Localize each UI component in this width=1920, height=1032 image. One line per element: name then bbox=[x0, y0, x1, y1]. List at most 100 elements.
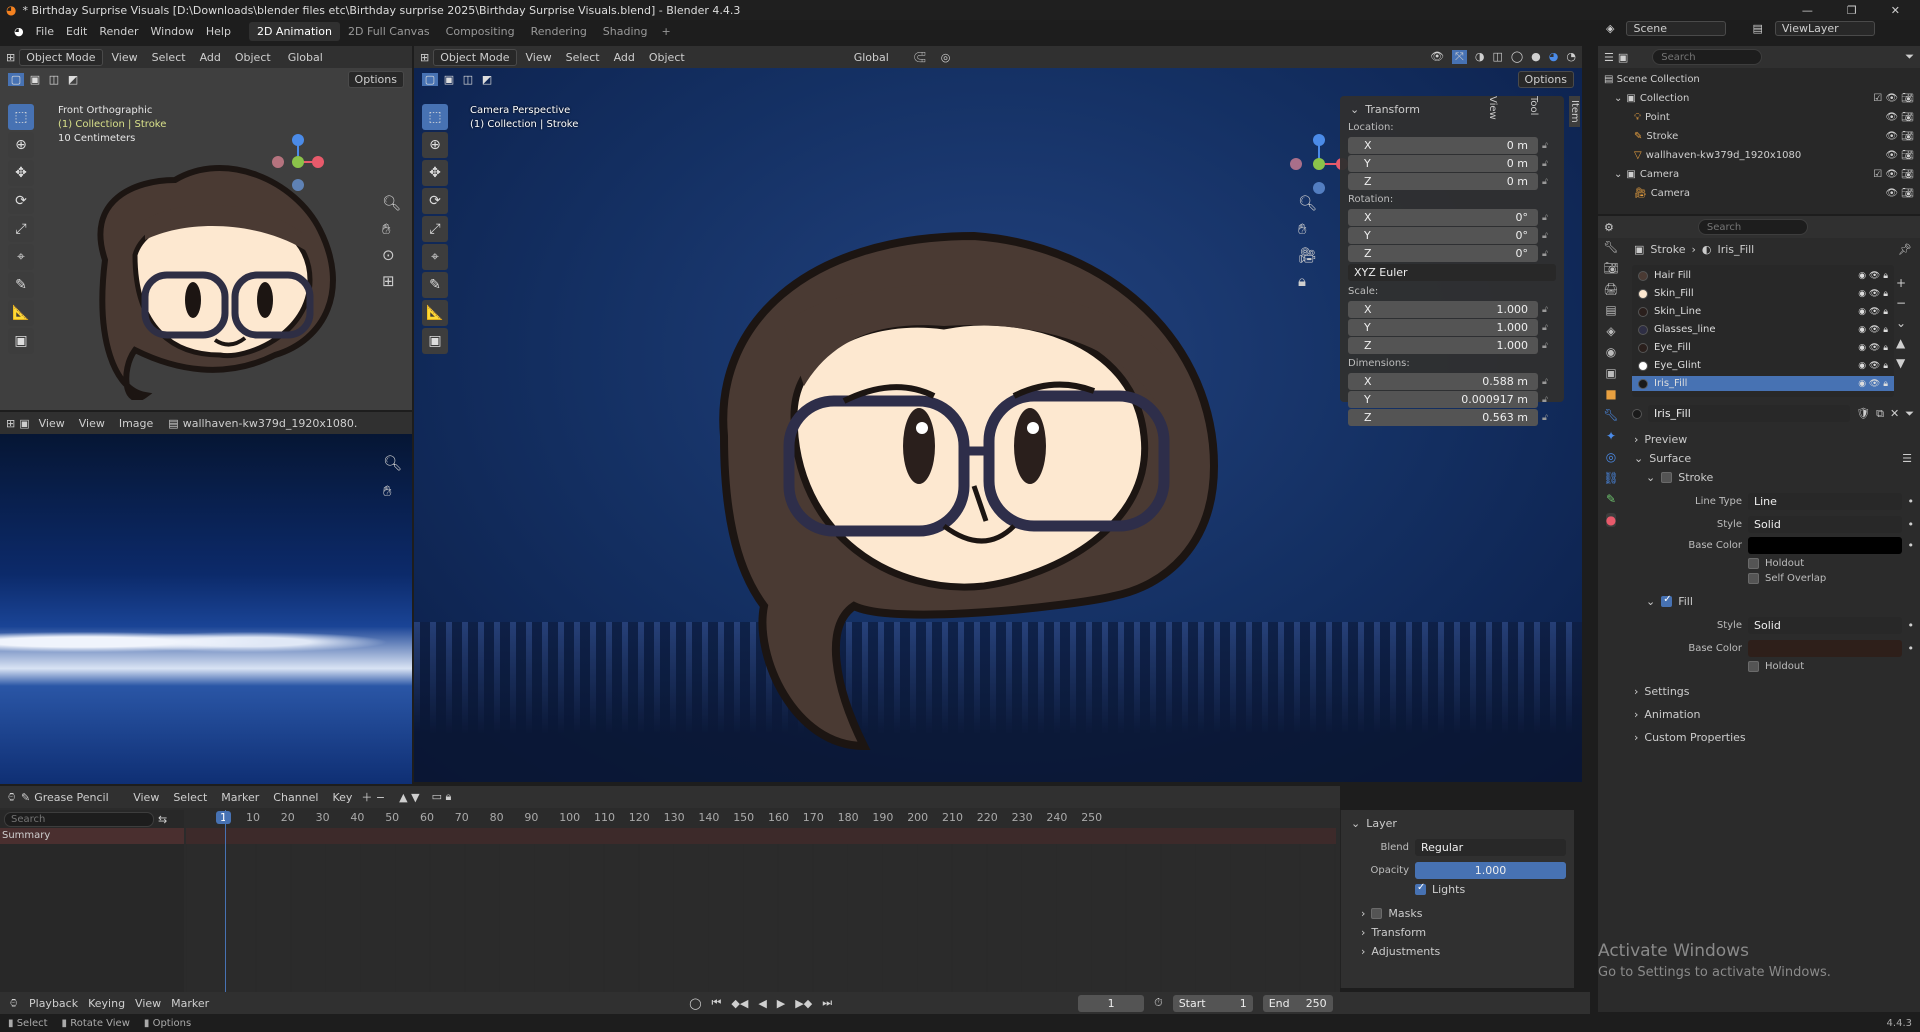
rot-z-field[interactable]: Z 0° bbox=[1348, 245, 1538, 262]
outliner-type-icon[interactable]: ☰ bbox=[1604, 51, 1614, 64]
lock-icon[interactable]: 🔓︎ bbox=[1542, 213, 1556, 223]
point-visibility-icon[interactable]: 👁︎ 📷︎ bbox=[1885, 108, 1914, 127]
main-camera-icon[interactable]: 🎥︎ bbox=[1298, 246, 1317, 264]
xray-icon[interactable]: ◫ bbox=[1492, 50, 1502, 64]
editor-type-icon[interactable]: ⊞ bbox=[6, 51, 15, 64]
material-slot-toggles-icon[interactable]: ◉ 👁︎ 🔒︎ bbox=[1858, 289, 1888, 299]
self-overlap-checkbox[interactable] bbox=[1748, 573, 1759, 584]
pin-icon[interactable]: 📌︎ bbox=[1898, 243, 1912, 256]
material-slot[interactable]: Eye_Glint ◉ 👁︎ 🔒︎ bbox=[1632, 358, 1894, 373]
add-slot-icon[interactable]: + bbox=[1896, 276, 1906, 290]
camera-collection-expand-icon[interactable]: ⌄ bbox=[1614, 165, 1622, 184]
timeline-view-menu[interactable]: View bbox=[135, 997, 161, 1010]
pan-hand-icon[interactable]: ✋︎ bbox=[382, 220, 401, 238]
material-name-field[interactable]: Iris_Fill bbox=[1648, 405, 1851, 422]
transform-tool-icon[interactable]: ⌖ bbox=[8, 244, 34, 270]
scene-selector[interactable]: Scene bbox=[1626, 21, 1727, 36]
output-tab-icon[interactable]: 🖨︎ bbox=[1603, 282, 1618, 296]
maximize-button[interactable]: ❐ bbox=[1847, 4, 1857, 17]
animation-section[interactable]: › Animation bbox=[1628, 705, 1918, 724]
proportional-edit-icon[interactable]: ◎ bbox=[941, 51, 951, 64]
outliner-filter-icon[interactable]: ⏷ bbox=[1905, 50, 1914, 64]
main-cursor-tool-icon[interactable]: ⊕ bbox=[422, 132, 448, 158]
select-extend-icon[interactable]: ▣ bbox=[27, 73, 43, 86]
stroke-enable-checkbox[interactable] bbox=[1661, 472, 1673, 483]
dopesheet-type-icon[interactable]: ⌚︎ bbox=[6, 789, 17, 805]
gizmo-toggle-icon[interactable]: ⤧ bbox=[1452, 50, 1467, 64]
main-options-button[interactable]: Options bbox=[1517, 70, 1574, 88]
stroke-visibility-icon[interactable]: 👁︎ 📷︎ bbox=[1885, 127, 1914, 146]
stroke-style-selector[interactable]: Solid bbox=[1748, 516, 1902, 533]
left-navigation-gizmo[interactable] bbox=[268, 130, 338, 200]
select-subtract-icon[interactable]: ◫ bbox=[46, 73, 62, 86]
blender-menu-icon[interactable]: ◕ bbox=[8, 25, 30, 38]
material-slot-toggles-icon[interactable]: ◉ 👁︎ 🔒︎ bbox=[1858, 325, 1888, 335]
render-tab-icon[interactable]: 📷︎ bbox=[1603, 261, 1618, 275]
lock-icon[interactable]: 🔓︎ bbox=[1542, 323, 1556, 333]
image-editor[interactable]: ⊞ ▣ View View Image ▤ wallhaven-kw379d_1… bbox=[0, 412, 412, 784]
main-rotate-tool-icon[interactable]: ⟳ bbox=[422, 188, 448, 214]
left-mode-selector[interactable]: Object Mode bbox=[19, 48, 103, 66]
layer-transform-section[interactable]: › Transform bbox=[1345, 923, 1570, 942]
lock-icon[interactable]: 🔓︎ bbox=[1542, 249, 1556, 259]
menu-render[interactable]: Render bbox=[93, 25, 144, 38]
keying-menu[interactable]: Keying bbox=[88, 997, 125, 1010]
main-menu-view[interactable]: View bbox=[521, 51, 557, 64]
image-browse-icon[interactable]: ▤ bbox=[168, 417, 178, 430]
prev-keyframe-icon[interactable]: ◆◀ bbox=[731, 997, 748, 1010]
current-frame-indicator[interactable]: 1 bbox=[216, 811, 231, 824]
workspace-tab-2d-animation[interactable]: 2D Animation bbox=[248, 21, 341, 41]
tool-tab-icon[interactable]: 🔧︎ bbox=[1603, 240, 1618, 254]
outliner-display-mode-icon[interactable]: ▣ bbox=[1618, 51, 1628, 64]
move-up-icon[interactable]: ▲ bbox=[1896, 336, 1906, 350]
main-editor-type-icon[interactable]: ⊞ bbox=[420, 51, 429, 64]
frame-ruler[interactable]: 1 10 20 30 40 50 60 70 80 90 100 110 120 130 140 150 16… bbox=[186, 810, 1336, 828]
dopesheet[interactable]: ⌚︎ ✎ Grease Pencil View Select Marker Ch… bbox=[0, 786, 1574, 992]
jump-end-icon[interactable]: ⏭ bbox=[822, 996, 832, 1010]
material-slot-toggles-icon[interactable]: ◉ 👁︎ 🔒︎ bbox=[1858, 379, 1888, 389]
zoom-icon[interactable]: 🔍︎ bbox=[382, 194, 401, 212]
lock-icon[interactable]: 🔓︎ bbox=[1542, 377, 1556, 387]
lock-icon[interactable]: 🔓︎ bbox=[1542, 341, 1556, 351]
main-menu-object[interactable]: Object bbox=[644, 51, 690, 64]
preview-range-icon[interactable]: ⏱︎ bbox=[1154, 996, 1163, 1010]
close-button[interactable]: ✕ bbox=[1891, 4, 1900, 17]
main-select-tool-icon[interactable]: ⬚ bbox=[422, 104, 448, 130]
material-slot[interactable]: Skin_Fill ◉ 👁︎ 🔒︎ bbox=[1632, 286, 1894, 301]
effects-tab-icon[interactable]: ✦ bbox=[1606, 429, 1616, 443]
add-layer-icon[interactable]: ＋ − bbox=[361, 789, 385, 805]
object-tab-icon[interactable]: ■ bbox=[1605, 387, 1616, 401]
constraints-tab-icon[interactable]: ⛓︎ bbox=[1603, 471, 1618, 485]
left-orientation-selector[interactable]: Global bbox=[288, 51, 323, 64]
main-transform-tool-icon[interactable]: ⌖ bbox=[422, 244, 448, 270]
settings-section[interactable]: › Settings bbox=[1628, 682, 1918, 701]
main-select-intersect-icon[interactable]: ◩ bbox=[479, 73, 495, 86]
outliner-item-wallhaven[interactable]: ▽ wallhaven-kw379d_1920x1080 👁︎ 📷︎ bbox=[1604, 146, 1914, 165]
scl-y-field[interactable]: Y 1.000 bbox=[1348, 319, 1538, 336]
main-character-drawing[interactable] bbox=[694, 186, 1254, 786]
auto-key-icon[interactable]: ◯ bbox=[689, 997, 701, 1010]
main-select-extend-icon[interactable]: ▣ bbox=[441, 73, 457, 86]
lock-camera-icon[interactable]: 🔒︎ bbox=[1298, 272, 1317, 290]
lock-icon[interactable]: 🔓︎ bbox=[1542, 159, 1556, 169]
dim-y-field[interactable]: Y 0.000917 m bbox=[1348, 391, 1538, 408]
rendered-shading-icon[interactable]: ◔ bbox=[1566, 50, 1576, 64]
ds-menu-key[interactable]: Key bbox=[327, 791, 357, 804]
select-new-icon[interactable]: ▢ bbox=[8, 72, 24, 86]
sidebar-tab-item[interactable]: Item bbox=[1569, 96, 1580, 127]
grid-toggle-icon[interactable]: ⊞ bbox=[382, 272, 401, 290]
cursor-tool-icon[interactable]: ⊕ bbox=[8, 132, 34, 158]
visibility-icon[interactable]: 👁︎ bbox=[1430, 50, 1444, 64]
data-tab-icon[interactable]: ✎ bbox=[1606, 492, 1616, 506]
main-select-new-icon[interactable]: ▢ bbox=[422, 72, 438, 86]
image-menu-view[interactable]: View bbox=[34, 417, 70, 430]
main-annotate-tool-icon[interactable]: ✎ bbox=[422, 272, 448, 298]
fill-style-selector[interactable]: Solid bbox=[1748, 617, 1902, 634]
lock-icon[interactable]: 🔓︎ bbox=[1542, 141, 1556, 151]
stroke-base-color-swatch[interactable] bbox=[1748, 537, 1902, 554]
add-cube-tool-icon[interactable]: ▣ bbox=[8, 328, 34, 354]
view-layer-tab-icon[interactable]: ▤ bbox=[1605, 303, 1616, 317]
rot-y-field[interactable]: Y 0° bbox=[1348, 227, 1538, 244]
camera-view-icon[interactable]: ⊙ bbox=[382, 246, 401, 264]
fill-holdout-checkbox[interactable] bbox=[1748, 661, 1759, 672]
